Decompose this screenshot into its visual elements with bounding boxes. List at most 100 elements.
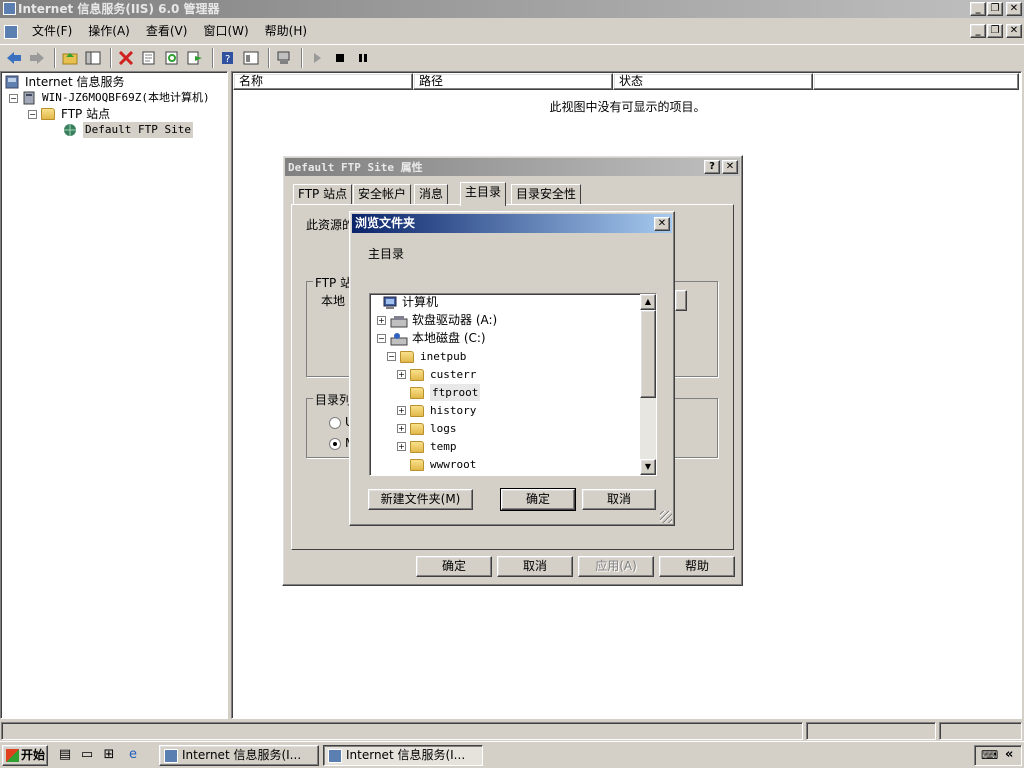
column-header-path[interactable]: 路径 bbox=[413, 73, 613, 90]
view-icon[interactable] bbox=[241, 48, 261, 68]
console-tree[interactable]: Internet 信息服务 − WIN-JZ6MOQBF69Z(本地计算机) −… bbox=[0, 71, 228, 719]
browse-button[interactable] bbox=[675, 290, 687, 311]
main-window-titlebar[interactable]: Internet 信息服务(IIS) 6.0 管理器 _ ❐ ✕ bbox=[0, 0, 1024, 18]
export-icon[interactable] bbox=[185, 48, 205, 68]
apply-button[interactable]: 应用(A) bbox=[578, 556, 654, 577]
folder-node-custerr[interactable]: + custerr bbox=[397, 366, 476, 383]
folder-icon bbox=[410, 458, 424, 471]
tree-node-iis[interactable]: Internet 信息服务 bbox=[5, 74, 124, 90]
desktop-icon[interactable]: ▭ bbox=[78, 746, 96, 764]
scroll-down-button[interactable]: ▼ bbox=[640, 459, 656, 475]
msdos-radio[interactable] bbox=[329, 438, 341, 450]
menu-file[interactable]: 文件(F) bbox=[24, 21, 80, 42]
tab-messages[interactable]: 消息 bbox=[414, 184, 449, 204]
show-hidden-icons-icon[interactable]: « bbox=[1005, 747, 1013, 762]
close-button[interactable]: ✕ bbox=[1006, 2, 1022, 16]
tab-ftp-site[interactable]: FTP 站点 bbox=[293, 184, 353, 204]
mdi-close-button[interactable]: ✕ bbox=[1006, 24, 1022, 38]
folder-node-wwwroot[interactable]: wwwroot bbox=[410, 456, 476, 473]
folder-node-local-disk[interactable]: − 本地磁盘 (C:) bbox=[377, 330, 486, 347]
folder-node-ftproot[interactable]: ftproot bbox=[410, 384, 481, 401]
taskbar-button-iis-1[interactable]: Internet 信息服务(I... bbox=[159, 745, 319, 766]
delete-icon[interactable] bbox=[116, 48, 136, 68]
tab-security-accounts[interactable]: 安全帐户 bbox=[353, 184, 412, 204]
browse-ok-button[interactable]: 确定 bbox=[500, 488, 576, 511]
restore-button[interactable]: ❐ bbox=[987, 2, 1003, 16]
browse-close-button[interactable]: ✕ bbox=[654, 217, 670, 231]
start-button[interactable]: 开始 bbox=[2, 745, 48, 766]
internet-explorer-icon[interactable]: e bbox=[124, 746, 142, 764]
folder-tree-scrollbar[interactable]: ▲ ▼ bbox=[640, 294, 656, 475]
resize-grip[interactable] bbox=[660, 511, 672, 523]
tab-home-directory[interactable]: 主目录 bbox=[460, 182, 507, 206]
expand-toggle[interactable]: + bbox=[397, 424, 406, 433]
expand-toggle[interactable]: + bbox=[397, 370, 406, 379]
mdi-minimize-button[interactable]: _ bbox=[970, 24, 986, 38]
folder-node-floppy[interactable]: + 软盘驱动器 (A:) bbox=[377, 312, 497, 329]
tab-directory-security[interactable]: 目录安全性 bbox=[511, 184, 582, 204]
network-icon[interactable]: ⊞ bbox=[100, 746, 118, 764]
help-button[interactable]: 帮助 bbox=[659, 556, 735, 577]
svg-text:?: ? bbox=[225, 54, 230, 65]
minimize-button[interactable]: _ bbox=[970, 2, 986, 16]
help-icon[interactable]: ? bbox=[218, 48, 238, 68]
folder-node-inetpub[interactable]: − inetpub bbox=[387, 348, 466, 365]
new-folder-button[interactable]: 新建文件夹(M) bbox=[368, 489, 473, 510]
up-folder-icon[interactable] bbox=[60, 48, 80, 68]
expand-toggle[interactable]: + bbox=[377, 316, 386, 325]
show-hide-tree-icon[interactable] bbox=[83, 48, 103, 68]
help-button-caption[interactable]: ? bbox=[704, 160, 720, 174]
menu-view[interactable]: 查看(V) bbox=[138, 21, 196, 42]
folder-icon bbox=[41, 108, 55, 120]
cancel-button[interactable]: 取消 bbox=[497, 556, 573, 577]
folder-tree[interactable]: 计算机 + 软盘驱动器 (A:) − 本地磁盘 (C:) − inetpub +… bbox=[369, 293, 657, 476]
tree-node-default-ftp-site[interactable]: Default FTP Site bbox=[63, 122, 193, 138]
server-icon bbox=[23, 91, 35, 105]
window-caption-buttons: _ ❐ ✕ bbox=[969, 2, 1022, 16]
menu-window[interactable]: 窗口(W) bbox=[195, 21, 256, 42]
expand-toggle[interactable]: + bbox=[397, 442, 406, 451]
scroll-thumb[interactable] bbox=[640, 310, 656, 398]
properties-icon[interactable] bbox=[139, 48, 159, 68]
folder-node-computer[interactable]: 计算机 bbox=[380, 294, 438, 311]
menu-action[interactable]: 操作(A) bbox=[80, 21, 138, 42]
window-title: Internet 信息服务(IIS) 6.0 管理器 bbox=[18, 2, 220, 16]
mdi-child-icon[interactable] bbox=[4, 24, 18, 39]
status-pane-3 bbox=[939, 722, 1022, 740]
unix-radio[interactable] bbox=[329, 417, 341, 429]
browse-dialog-titlebar[interactable]: 浏览文件夹 ✕ bbox=[352, 214, 672, 233]
back-icon[interactable] bbox=[4, 48, 24, 68]
expand-toggle[interactable]: + bbox=[397, 406, 406, 415]
tree-node-computer[interactable]: − WIN-JZ6MOQBF69Z(本地计算机) bbox=[9, 90, 210, 106]
folder-node-history[interactable]: + history bbox=[397, 402, 476, 419]
collapse-toggle[interactable]: − bbox=[387, 352, 396, 361]
column-header-status[interactable]: 状态 bbox=[613, 73, 813, 90]
server-manager-icon[interactable]: ▤ bbox=[56, 746, 74, 764]
properties-dialog-titlebar[interactable]: Default FTP Site 属性 ? ✕ bbox=[285, 158, 740, 176]
dialog-close-button[interactable]: ✕ bbox=[722, 160, 738, 174]
collapse-toggle[interactable]: − bbox=[28, 109, 37, 119]
collapse-toggle[interactable]: − bbox=[9, 93, 18, 103]
mdi-restore-button[interactable]: ❐ bbox=[987, 24, 1003, 38]
tree-label: WIN-JZ6MOQBF69Z(本地计算机) bbox=[42, 91, 210, 104]
folder-node-temp[interactable]: + temp bbox=[397, 438, 457, 455]
forward-icon[interactable] bbox=[27, 48, 47, 68]
folder-node-logs[interactable]: + logs bbox=[397, 420, 457, 437]
ok-button[interactable]: 确定 bbox=[416, 556, 492, 577]
keyboard-icon[interactable]: ⌨ bbox=[981, 748, 998, 762]
column-header-name[interactable]: 名称 bbox=[233, 73, 413, 90]
stop-icon[interactable] bbox=[330, 48, 350, 68]
folder-label: inetpub bbox=[420, 350, 467, 363]
folder-label-selected: ftproot bbox=[430, 384, 481, 401]
start-icon[interactable] bbox=[307, 48, 327, 68]
computer-icon[interactable] bbox=[274, 48, 294, 68]
refresh-icon[interactable] bbox=[162, 48, 182, 68]
tree-node-ftp-sites[interactable]: − FTP 站点 bbox=[28, 106, 110, 122]
browse-cancel-button[interactable]: 取消 bbox=[582, 489, 656, 510]
scroll-up-button[interactable]: ▲ bbox=[640, 294, 656, 310]
collapse-toggle[interactable]: − bbox=[377, 334, 386, 343]
taskbar-button-iis-2[interactable]: Internet 信息服务(I... bbox=[323, 745, 483, 766]
folder-label: 本地磁盘 (C:) bbox=[412, 331, 486, 345]
menu-help[interactable]: 帮助(H) bbox=[257, 21, 315, 42]
pause-icon[interactable] bbox=[353, 48, 373, 68]
